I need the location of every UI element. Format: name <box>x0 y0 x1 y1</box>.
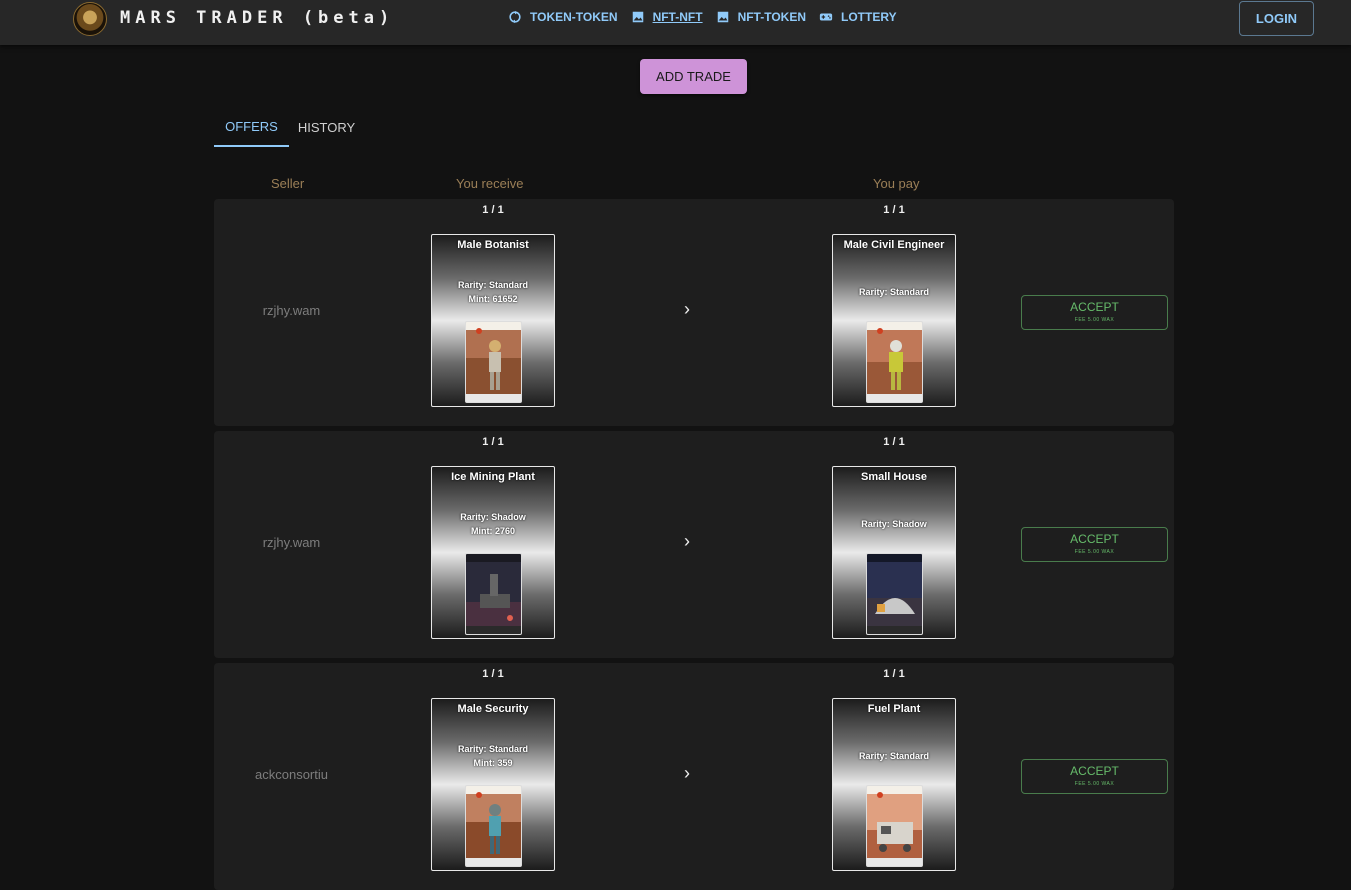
nft-image <box>866 553 923 635</box>
image-icon <box>717 11 728 23</box>
gamepad-icon <box>819 13 833 21</box>
seller-name[interactable]: rzjhy.wam <box>214 535 369 550</box>
nft-image <box>866 321 923 403</box>
column-header-pay: You pay <box>873 176 920 191</box>
nft-rarity: Rarity: Shadow <box>861 519 927 529</box>
nft-name: Male Botanist <box>457 239 529 251</box>
nft-details: Rarity: Shadow Mint: 2760 <box>432 510 554 538</box>
nft-mint: Mint: 2760 <box>470 526 515 536</box>
accept-button[interactable]: ACCEPT FEE 5.00 WAX <box>1021 295 1168 330</box>
nft-rarity: Rarity: Shadow <box>460 512 526 522</box>
accept-fee: FEE 5.00 WAX <box>1074 781 1115 787</box>
swap-icon <box>509 10 521 24</box>
offer-row: rzjhy.wam 1 / 1 Ice Mining Plant Rarity:… <box>214 431 1174 658</box>
receive-count: 1 / 1 <box>482 436 504 448</box>
offer-tabs: OFFERS HISTORY <box>214 108 364 148</box>
image-icon <box>632 11 643 23</box>
accept-fee: FEE 5.00 WAX <box>1074 317 1115 323</box>
offer-row: rzjhy.wam 1 / 1 Male Botanist Rarity: St… <box>214 199 1174 426</box>
nft-details: Rarity: Standard <box>833 749 955 763</box>
nft-name: Ice Mining Plant <box>451 471 535 483</box>
top-app-bar: MARS TRADER (beta) TOKEN-TOKEN NFT-NFT N… <box>0 0 1351 45</box>
nft-details: Rarity: Standard Mint: 359 <box>432 742 554 770</box>
nft-image <box>866 785 923 867</box>
nft-name: Male Civil Engineer <box>843 239 945 251</box>
nav-lottery-label: LOTTERY <box>841 10 897 24</box>
accept-label: ACCEPT <box>1070 764 1119 778</box>
house-dome-icon <box>875 598 915 614</box>
pay-count: 1 / 1 <box>883 668 905 680</box>
nft-image <box>465 321 522 403</box>
nft-image <box>465 785 522 867</box>
main-nav: TOKEN-TOKEN NFT-NFT NFT-TOKEN LOTTERY <box>507 10 909 24</box>
nft-mint: Mint: 359 <box>473 758 513 768</box>
nav-token-token[interactable]: TOKEN-TOKEN <box>507 10 618 24</box>
chevron-right-icon: › <box>684 299 690 319</box>
column-header-seller: Seller <box>271 176 305 191</box>
pay-count: 1 / 1 <box>883 204 905 216</box>
offer-row: ackconsortiu 1 / 1 Male Security Rarity:… <box>214 663 1174 890</box>
accept-button[interactable]: ACCEPT FEE 5.00 WAX <box>1021 527 1168 562</box>
astronaut-figure-icon <box>476 792 501 854</box>
nav-token-token-label: TOKEN-TOKEN <box>530 10 618 24</box>
nft-name: Small House <box>860 471 928 483</box>
pay-count: 1 / 1 <box>883 436 905 448</box>
nav-lottery[interactable]: LOTTERY <box>818 10 897 24</box>
nft-image <box>465 553 522 635</box>
add-trade-button[interactable]: ADD TRADE <box>640 59 747 94</box>
nft-details: Rarity: Standard <box>833 285 955 299</box>
accept-fee: FEE 5.00 WAX <box>1074 549 1115 555</box>
nft-mint: Mint: 61652 <box>468 294 518 304</box>
nav-nft-nft[interactable]: NFT-NFT <box>630 10 703 24</box>
nft-name: Male Security <box>457 703 529 715</box>
mining-plant-icon <box>480 574 513 621</box>
login-button[interactable]: LOGIN <box>1239 1 1314 36</box>
app-title: MARS TRADER (beta) <box>120 8 395 28</box>
mars-logo-icon[interactable] <box>73 2 107 36</box>
column-header-receive: You receive <box>456 176 524 191</box>
astronaut-figure-icon <box>476 328 501 390</box>
pay-nft-card[interactable]: Fuel Plant Rarity: Standard <box>832 698 956 871</box>
pay-nft-card[interactable]: Small House Rarity: Shadow <box>832 466 956 639</box>
tab-offers[interactable]: OFFERS <box>214 108 289 147</box>
receive-nft-card[interactable]: Male Security Rarity: Standard Mint: 359 <box>431 698 555 871</box>
accept-button[interactable]: ACCEPT FEE 5.00 WAX <box>1021 759 1168 794</box>
nft-name: Fuel Plant <box>867 703 921 715</box>
accept-label: ACCEPT <box>1070 532 1119 546</box>
nav-nft-nft-label: NFT-NFT <box>652 10 703 24</box>
nft-details: Rarity: Shadow <box>833 517 955 531</box>
nft-rarity: Rarity: Standard <box>858 287 929 297</box>
nft-details: Rarity: Standard Mint: 61652 <box>432 278 554 306</box>
pay-nft-card[interactable]: Male Civil Engineer Rarity: Standard <box>832 234 956 407</box>
chevron-right-icon: › <box>684 531 690 551</box>
nft-rarity: Rarity: Standard <box>457 280 528 290</box>
receive-nft-card[interactable]: Male Botanist Rarity: Standard Mint: 616… <box>431 234 555 407</box>
fuel-plant-icon <box>877 792 913 852</box>
astronaut-figure-icon <box>877 328 903 390</box>
nft-rarity: Rarity: Standard <box>858 751 929 761</box>
chevron-right-icon: › <box>684 763 690 783</box>
receive-count: 1 / 1 <box>482 204 504 216</box>
nft-rarity: Rarity: Standard <box>457 744 528 754</box>
nav-nft-token[interactable]: NFT-TOKEN <box>715 10 806 24</box>
accept-label: ACCEPT <box>1070 300 1119 314</box>
tab-history[interactable]: HISTORY <box>289 108 364 147</box>
receive-count: 1 / 1 <box>482 668 504 680</box>
seller-name[interactable]: rzjhy.wam <box>214 303 369 318</box>
seller-name[interactable]: ackconsortiu <box>214 767 369 782</box>
nav-nft-token-label: NFT-TOKEN <box>737 10 807 24</box>
receive-nft-card[interactable]: Ice Mining Plant Rarity: Shadow Mint: 27… <box>431 466 555 639</box>
